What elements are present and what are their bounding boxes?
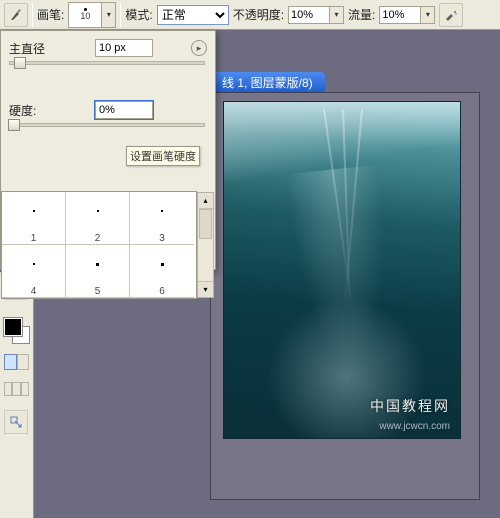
scroll-thumb[interactable]	[199, 209, 212, 239]
flow-dropdown-icon[interactable]: ▾	[421, 6, 435, 24]
scroll-down-icon[interactable]: ▾	[198, 281, 213, 297]
quickmask-toggle	[4, 354, 29, 370]
light-ray	[323, 109, 353, 309]
quickmask-mode-button[interactable]	[17, 354, 30, 370]
preset-id: 6	[159, 286, 165, 297]
brush-label: 画笔:	[37, 6, 64, 23]
watermark-text: 中国教程网	[370, 396, 450, 416]
brush-size-number: 10	[80, 11, 90, 21]
slider-thumb[interactable]	[8, 119, 20, 131]
flow-label: 流量:	[348, 6, 375, 23]
preset-id: 1	[31, 233, 37, 244]
flow-input[interactable]	[379, 6, 421, 24]
flow-field[interactable]: ▾	[379, 6, 435, 24]
document-title-text: 线 1, 图层蒙版/8)	[222, 76, 313, 90]
jump-to-icon[interactable]	[4, 410, 28, 434]
brush-preset[interactable]: 1	[2, 192, 66, 245]
preset-id: 2	[95, 233, 101, 244]
screen-mode-group	[4, 382, 29, 396]
hardness-label: 硬度:	[9, 102, 89, 119]
color-swatches[interactable]	[4, 318, 30, 344]
light-ray	[342, 109, 351, 311]
opacity-input[interactable]	[288, 6, 330, 24]
standard-mode-button[interactable]	[4, 354, 17, 370]
airbrush-icon[interactable]	[439, 3, 463, 27]
brush-preset-picker[interactable]: 10 ▾	[68, 2, 116, 28]
preset-id: 4	[31, 286, 37, 297]
mode-label: 模式:	[125, 6, 152, 23]
foreground-color-swatch[interactable]	[4, 318, 22, 336]
brush-dropdown-icon[interactable]: ▾	[102, 2, 116, 28]
scroll-up-icon[interactable]: ▴	[198, 193, 213, 209]
divider	[32, 3, 33, 27]
brush-preset[interactable]: 3	[130, 192, 194, 245]
screen-mode-button[interactable]	[4, 382, 12, 396]
brush-preset[interactable]: 2	[66, 192, 130, 245]
mode-select[interactable]: 正常	[157, 5, 229, 25]
preset-id: 3	[159, 233, 165, 244]
tool-strip	[0, 272, 34, 518]
opacity-field[interactable]: ▾	[288, 6, 344, 24]
brush-tool-icon[interactable]	[4, 3, 28, 27]
brush-preset[interactable]: 6	[130, 245, 194, 298]
preset-scrollbar[interactable]: ▴ ▾	[197, 192, 214, 298]
brush-preview: 10	[68, 2, 102, 28]
flyout-menu-icon[interactable]: ▸	[191, 40, 207, 56]
hardness-slider[interactable]	[9, 123, 205, 127]
workspace: 画笔: 10 ▾ 模式: 正常 不透明度: ▾ 流量: ▾ 线 1, 图	[0, 0, 500, 518]
canvas[interactable]: 中国教程网 www.jcwcn.com	[223, 101, 461, 439]
document-titlebar[interactable]: 线 1, 图层蒙版/8)	[210, 72, 325, 93]
canvas-frame: 中国教程网 www.jcwcn.com	[210, 92, 480, 500]
hardness-input[interactable]	[95, 101, 153, 119]
brush-preset[interactable]: 4	[2, 245, 66, 298]
slider-thumb[interactable]	[14, 57, 26, 69]
divider	[120, 3, 121, 27]
brush-preset-grid: 1 2 3 4 5 6 ▴ ▾	[1, 191, 197, 299]
master-diameter-slider[interactable]	[9, 61, 205, 65]
opacity-label: 不透明度:	[233, 6, 284, 23]
screen-mode-button[interactable]	[21, 382, 29, 396]
master-diameter-input[interactable]	[95, 39, 153, 57]
screen-mode-button[interactable]	[12, 382, 20, 396]
brush-preset[interactable]: 5	[66, 245, 130, 298]
opacity-dropdown-icon[interactable]: ▾	[330, 6, 344, 24]
light-ray	[343, 109, 363, 310]
watermark-url: www.jcwcn.com	[379, 421, 450, 432]
preset-id: 5	[95, 286, 101, 297]
hardness-tooltip: 设置画笔硬度	[126, 146, 200, 166]
options-bar: 画笔: 10 ▾ 模式: 正常 不透明度: ▾ 流量: ▾	[0, 0, 500, 30]
master-diameter-label: 主直径	[9, 40, 89, 57]
